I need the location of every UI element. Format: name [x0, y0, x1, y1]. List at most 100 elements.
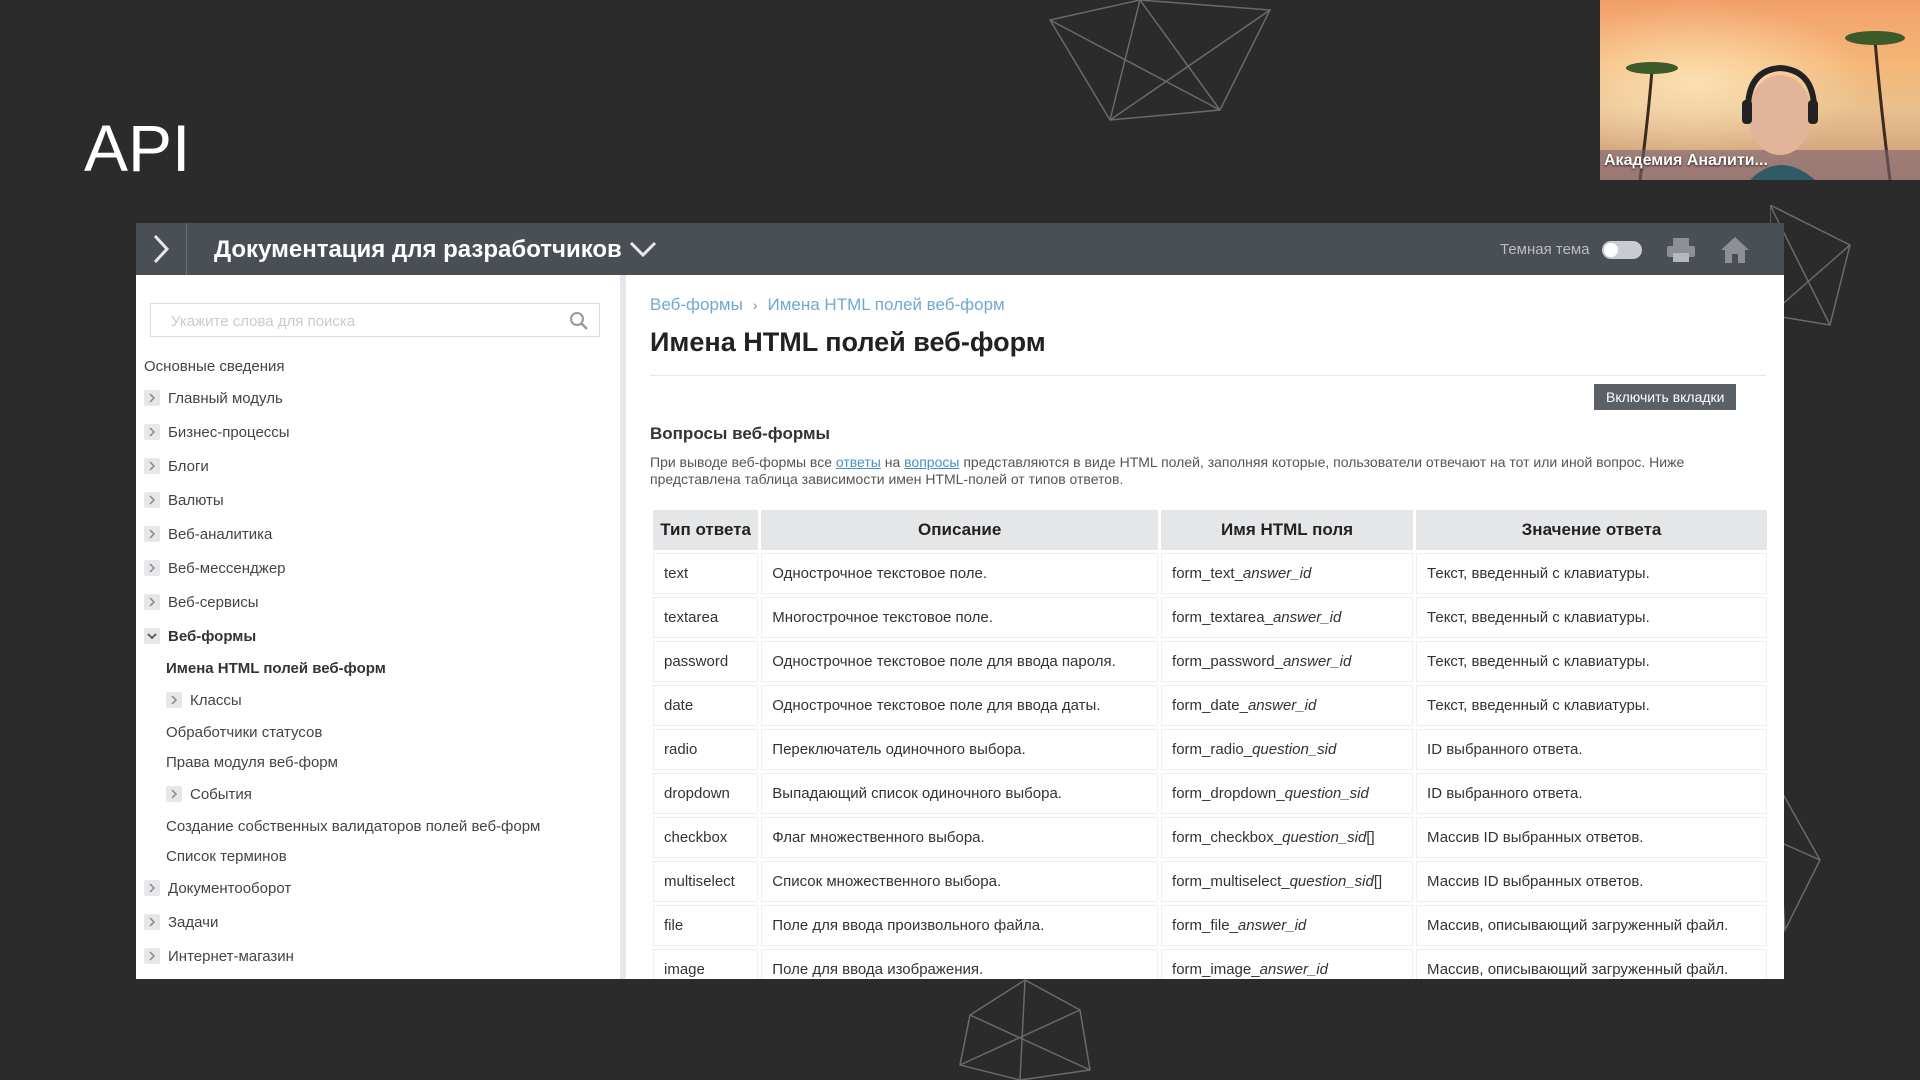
description-cell: Флаг множественного выбора. — [761, 817, 1159, 858]
breadcrumb-link[interactable]: Веб-формы — [650, 295, 743, 314]
sidebar-item-klassy[interactable]: Классы — [166, 687, 242, 713]
dark-theme-label: Темная тема — [1500, 241, 1590, 258]
expand-arrow-icon[interactable] — [166, 786, 182, 802]
answers-link[interactable]: ответы — [836, 454, 881, 470]
table-row: date Однострочное текстовое поле для ввод… — [653, 685, 1767, 726]
sidebar-item-prava-modulya[interactable]: Права модуля веб-форм — [166, 749, 338, 775]
html-field-name-cell: form_text_answer_id — [1161, 553, 1414, 594]
answer-type-cell: image — [653, 949, 759, 979]
answer-type-cell: radio — [653, 729, 759, 770]
polyhedron-decoration — [1048, 0, 1272, 121]
sidebar-item-biznes-processy[interactable]: Бизнес-процессы — [144, 419, 290, 445]
table-row: radio Переключатель одиночного выбора. for… — [653, 729, 1767, 770]
answer-value-cell: Текст, введенный с клавиатуры. — [1416, 685, 1767, 726]
divider — [650, 375, 1766, 376]
answer-value-cell: Текст, введенный с клавиатуры. — [1416, 597, 1767, 638]
page-title: Имена HTML полей веб-форм — [650, 327, 1046, 357]
search-input[interactable] — [151, 304, 573, 338]
table-row: text Однострочное текстовое поле. form_tex… — [653, 553, 1767, 594]
answer-type-cell: file — [653, 905, 759, 946]
html-field-name-cell: form_dropdown_question_sid — [1161, 773, 1414, 814]
expand-arrow-icon[interactable] — [144, 880, 160, 896]
main-content: Веб-формы › Имена HTML полей веб-форм Имен… — [626, 275, 1784, 979]
dark-theme-toggle[interactable] — [1602, 241, 1642, 259]
answer-type-cell: password — [653, 641, 759, 682]
column-header: Тип ответа — [653, 510, 759, 550]
sidebar-item-sozdanie-validatorov[interactable]: Создание собственных валидаторов полей в… — [166, 813, 540, 839]
breadcrumb-separator: › — [752, 297, 758, 313]
answer-value-cell: Массив ID выбранных ответов. — [1416, 861, 1767, 902]
answer-type-cell: textarea — [653, 597, 759, 638]
expand-arrow-icon[interactable] — [144, 948, 160, 964]
questions-link[interactable]: вопросы — [904, 454, 959, 470]
description-cell: Выпадающий список одиночного выбора. — [761, 773, 1159, 814]
sidebar: Основные сведения Главный модуль Бизнес-… — [136, 275, 626, 979]
sidebar-item-sobytiya[interactable]: События — [166, 781, 252, 807]
answer-value-cell: Текст, введенный с клавиатуры. — [1416, 641, 1767, 682]
answer-type-cell: checkbox — [653, 817, 759, 858]
sidebar-item-zadachi[interactable]: Задачи — [144, 909, 218, 935]
sidebar-item-blogi[interactable]: Блоги — [144, 453, 209, 479]
answer-value-cell: Массив, описывающий загруженный файл. — [1416, 949, 1767, 979]
html-field-name-cell: form_date_answer_id — [1161, 685, 1414, 726]
search-icon[interactable] — [569, 311, 589, 331]
doc-title[interactable]: Документация для разработчиков — [214, 236, 622, 264]
sidebar-item-imena-html-polei[interactable]: Имена HTML полей веб-форм — [166, 655, 386, 681]
enable-tabs-button[interactable]: Включить вкладки — [1594, 384, 1737, 410]
description-cell: Однострочное текстовое поле для ввода па… — [761, 641, 1159, 682]
html-field-name-cell: form_radio_question_sid — [1161, 729, 1414, 770]
sidebar-item-veb-analitika[interactable]: Веб-аналитика — [144, 521, 272, 547]
html-field-name-cell: form_textarea_answer_id — [1161, 597, 1414, 638]
table-row: textarea Многострочное текстовое поле. for… — [653, 597, 1767, 638]
sidebar-item-dokumentooborot[interactable]: Документооборот — [144, 875, 291, 901]
sidebar-item-veb-servisy[interactable]: Веб-сервисы — [144, 589, 259, 615]
table-row: password Однострочное текстовое поле для … — [653, 641, 1767, 682]
answer-type-cell: text — [653, 553, 759, 594]
sidebar-item-glavnyi-modul[interactable]: Главный модуль — [144, 385, 283, 411]
answer-value-cell: ID выбранного ответа. — [1416, 729, 1767, 770]
description-cell: Список множественного выбора. — [761, 861, 1159, 902]
print-icon[interactable] — [1666, 237, 1696, 263]
expand-arrow-icon[interactable] — [144, 424, 160, 440]
description-cell: Однострочное текстовое поле для ввода да… — [761, 685, 1159, 726]
documentation-window: Документация для разработчиков Темная те… — [136, 223, 1784, 979]
answer-value-cell: ID выбранного ответа. — [1416, 773, 1767, 814]
sidebar-item-veb-formy[interactable]: Веб-формы — [144, 623, 256, 649]
sidebar-item-obrabotchiki-statusov[interactable]: Обработчики статусов — [166, 719, 322, 745]
section-title: Вопросы веб-формы — [650, 424, 831, 443]
sidebar-item-veb-messendzher[interactable]: Веб-мессенджер — [144, 555, 286, 581]
sidebar-item-valyuty[interactable]: Валюты — [144, 487, 224, 513]
answer-type-cell: multiselect — [653, 861, 759, 902]
polyhedron-decoration — [1770, 205, 1851, 326]
sidebar-item-osnovnye-svedeniya[interactable]: Основные сведения — [144, 353, 285, 379]
column-header: Значение ответа — [1416, 510, 1767, 550]
expand-arrow-icon[interactable] — [166, 692, 182, 708]
html-field-name-cell: form_checkbox_question_sid[] — [1161, 817, 1414, 858]
expand-arrow-icon[interactable] — [144, 390, 160, 406]
sidebar-toggle-button[interactable] — [136, 223, 187, 275]
field-names-table: Тип ответа Описание Имя HTML поля Значен… — [650, 507, 1770, 979]
webcam-overlay: Академия Аналити... — [1600, 0, 1920, 180]
sidebar-item-internet-magazin[interactable]: Интернет-магазин — [144, 943, 294, 969]
home-icon[interactable] — [1719, 235, 1751, 265]
expand-arrow-icon[interactable] — [144, 492, 160, 508]
html-field-name-cell: form_image_answer_id — [1161, 949, 1414, 979]
breadcrumb-link[interactable]: Имена HTML полей веб-форм — [767, 295, 1004, 314]
sidebar-item-spisok-terminov[interactable]: Список терминов — [166, 843, 287, 869]
description-cell: Поле для ввода произвольного файла. — [761, 905, 1159, 946]
answer-value-cell: Массив, описывающий загруженный файл. — [1416, 905, 1767, 946]
expand-arrow-icon[interactable] — [144, 594, 160, 610]
expand-arrow-icon[interactable] — [144, 526, 160, 542]
answer-type-cell: date — [653, 685, 759, 726]
expand-arrow-icon[interactable] — [144, 458, 160, 474]
expand-arrow-icon[interactable] — [144, 914, 160, 930]
description-cell: Переключатель одиночного выбора. — [761, 729, 1159, 770]
expand-arrow-icon[interactable] — [144, 560, 160, 576]
collapse-arrow-icon[interactable] — [144, 628, 160, 644]
html-field-name-cell: form_multiselect_question_sid[] — [1161, 861, 1414, 902]
answer-value-cell: Текст, введенный с клавиатуры. — [1416, 553, 1767, 594]
answer-type-cell: dropdown — [653, 773, 759, 814]
webcam-caption: Академия Аналити... — [1604, 152, 1768, 169]
chevron-down-icon[interactable] — [629, 239, 657, 259]
table-row: file Поле для ввода произвольного файла. f… — [653, 905, 1767, 946]
